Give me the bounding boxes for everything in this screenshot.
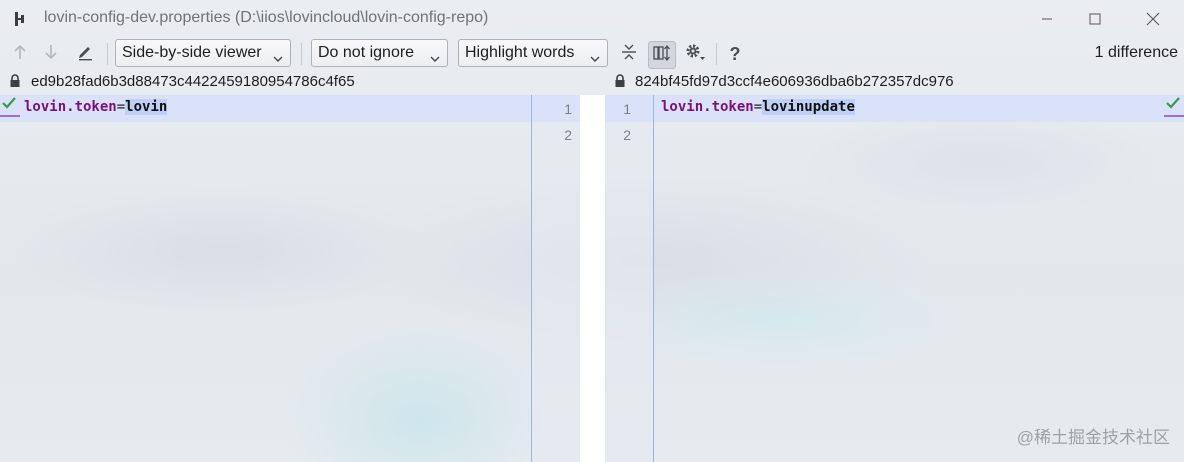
chevron-down-icon bbox=[590, 50, 600, 68]
property-key: lovin.token bbox=[661, 99, 754, 115]
minimize-button[interactable] bbox=[1024, 0, 1070, 38]
watermark: @稀土掘金技术社区 bbox=[1016, 428, 1170, 447]
left-revision-hash: ed9b28fad6b3d88473c4422459180954786c4f65 bbox=[31, 73, 355, 90]
whitespace-dropdown[interactable]: Do not ignore bbox=[311, 39, 448, 67]
check-icon bbox=[1166, 96, 1180, 114]
changed-word: lovinupdate bbox=[762, 99, 855, 115]
property-separator: = bbox=[753, 99, 763, 115]
arrow-down-icon bbox=[43, 43, 59, 66]
toolbar-separator bbox=[301, 43, 302, 65]
help-icon: ? bbox=[729, 43, 741, 64]
check-icon bbox=[2, 96, 16, 114]
close-button[interactable] bbox=[1130, 0, 1176, 38]
whitespace-label: Do not ignore bbox=[318, 44, 415, 61]
settings-button[interactable] bbox=[682, 41, 708, 67]
toolbar-separator bbox=[107, 43, 108, 65]
sync-scroll-icon bbox=[652, 44, 672, 67]
difference-count: 1 difference bbox=[1094, 44, 1178, 61]
pencil-icon bbox=[76, 43, 94, 66]
viewer-mode-label: Side-by-side viewer bbox=[122, 44, 262, 61]
line-number: 1 bbox=[564, 101, 572, 117]
left-editor[interactable]: lovin.token=lovin bbox=[0, 95, 531, 462]
window-title: lovin-config-dev.properties (D:\iios\lov… bbox=[44, 9, 489, 26]
chevron-down-icon bbox=[273, 50, 283, 68]
help-button[interactable]: ? bbox=[722, 41, 748, 67]
viewer-mode-dropdown[interactable]: Side-by-side viewer bbox=[115, 39, 291, 67]
lock-icon bbox=[9, 74, 21, 93]
collapse-unchanged-icon bbox=[620, 43, 638, 66]
left-line-gutter: 1 2 bbox=[531, 95, 581, 462]
right-line-gutter: 1 2 bbox=[605, 95, 654, 462]
sync-scroll-toggle[interactable] bbox=[648, 41, 676, 69]
property-separator: = bbox=[116, 99, 126, 115]
gear-icon bbox=[684, 42, 706, 67]
highlight-label: Highlight words bbox=[465, 44, 575, 61]
change-marker bbox=[1164, 115, 1184, 117]
right-editor[interactable]: lovin.token=lovinupdate bbox=[654, 95, 1184, 462]
collapse-unchanged-button[interactable] bbox=[616, 41, 642, 67]
changed-word: lovin bbox=[125, 99, 168, 115]
revision-header: ed9b28fad6b3d88473c4422459180954786c4f65… bbox=[0, 70, 1184, 94]
toolbar-separator bbox=[716, 43, 717, 65]
line-number: 1 bbox=[623, 101, 631, 117]
edit-source-button[interactable] bbox=[72, 41, 98, 67]
code-line-1: lovin.token=lovin bbox=[24, 99, 168, 115]
diff-app-icon bbox=[12, 10, 30, 28]
prev-difference-button[interactable] bbox=[7, 41, 33, 67]
right-revision-hash: 824bf45fd97d3ccf4e606936dba6b272357dc976 bbox=[635, 73, 954, 90]
code-line-1: lovin.token=lovinupdate bbox=[661, 99, 855, 115]
next-difference-button[interactable] bbox=[38, 41, 64, 67]
lock-icon bbox=[614, 74, 626, 93]
arrow-up-icon bbox=[12, 43, 28, 66]
diff-toolbar: Side-by-side viewer Do not ignore Highli… bbox=[0, 38, 1184, 70]
chevron-down-icon bbox=[430, 50, 440, 68]
highlight-dropdown[interactable]: Highlight words bbox=[458, 39, 608, 67]
line-number: 2 bbox=[564, 127, 572, 143]
change-marker bbox=[0, 115, 20, 117]
maximize-button[interactable] bbox=[1072, 0, 1118, 38]
title-bar: lovin-config-dev.properties (D:\iios\lov… bbox=[0, 0, 1184, 38]
diff-divider[interactable] bbox=[580, 95, 605, 462]
property-key: lovin.token bbox=[24, 99, 117, 115]
line-number: 2 bbox=[623, 127, 631, 143]
